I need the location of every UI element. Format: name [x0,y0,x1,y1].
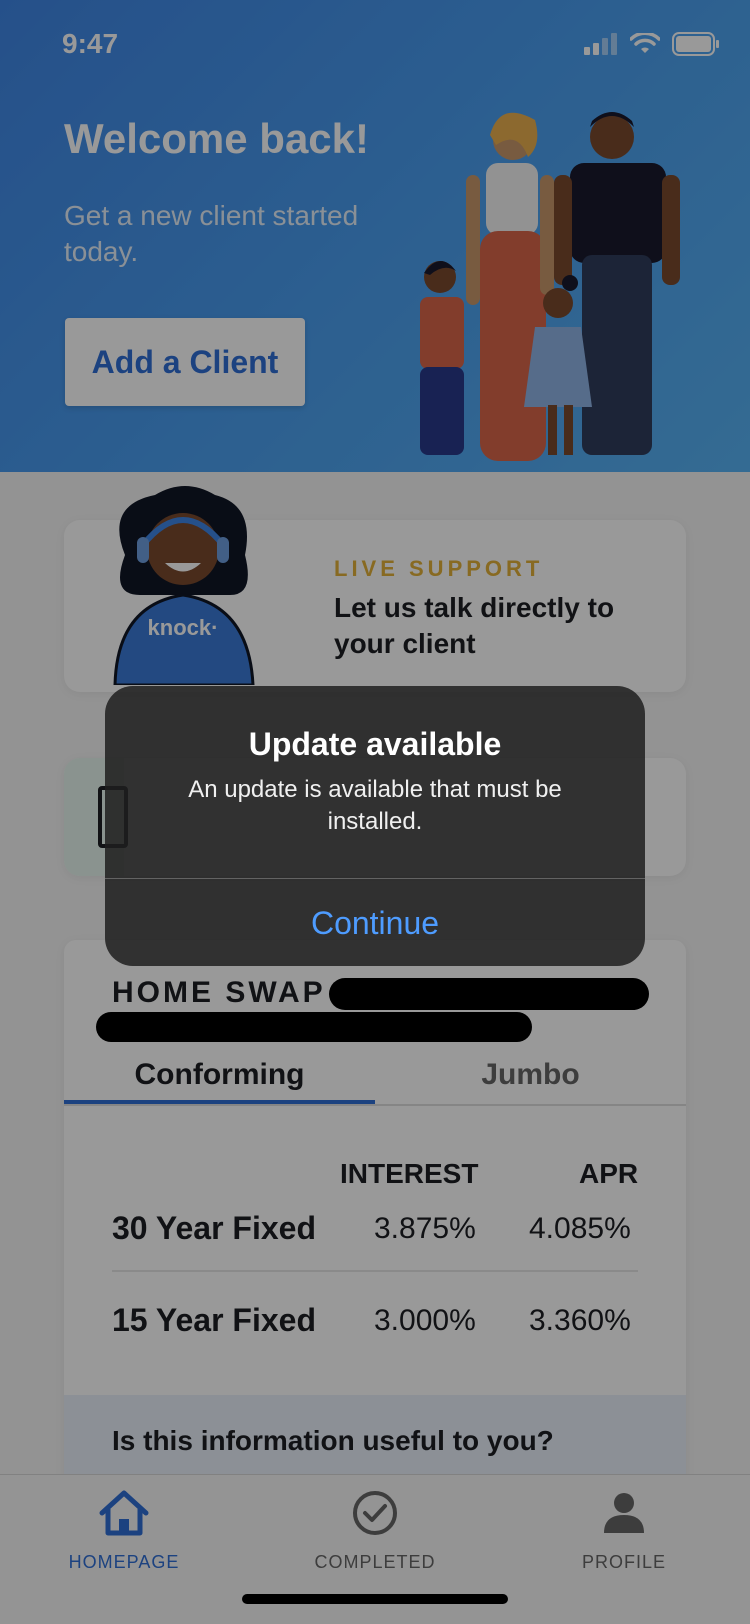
alert-title: Update available [248,726,502,762]
alert-message: An update is available that must be inst… [188,776,562,835]
continue-button[interactable]: Continue [105,880,645,966]
update-alert: Update available An update is available … [105,686,645,966]
alert-divider [105,878,645,879]
